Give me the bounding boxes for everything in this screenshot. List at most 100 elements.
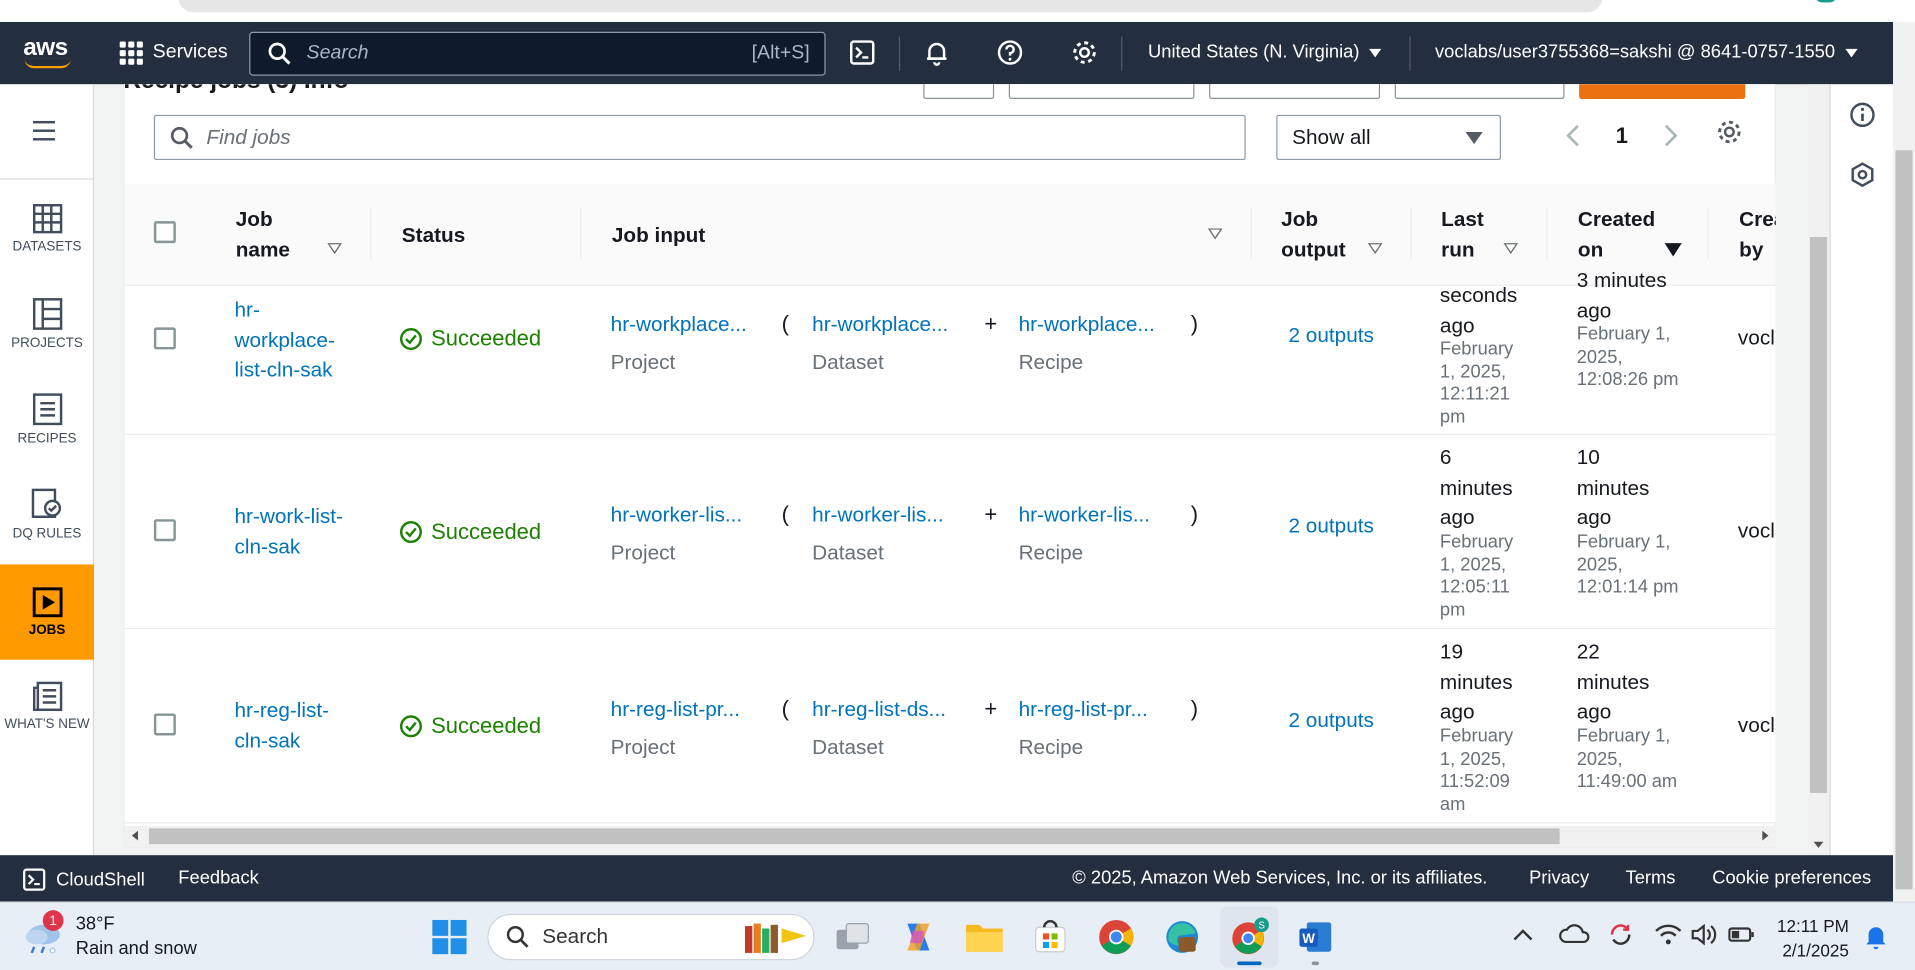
job-name-link[interactable]: hr-workplace-list-cln-sak [234,296,356,386]
nav-label: WHAT'S NEW [4,717,90,732]
services-menu-button[interactable]: Services [119,38,228,67]
chevron-up-icon[interactable] [1512,926,1534,948]
browser-profile-icon[interactable] [1814,0,1837,3]
onedrive-icon[interactable] [1558,922,1590,953]
project-link[interactable]: hr-reg-list-pr... [611,698,740,722]
outputs-link[interactable]: 2 outputs [1288,514,1373,538]
windows-start-icon[interactable] [429,916,471,958]
nav-recipes[interactable]: RECIPES [0,371,94,466]
menu-icon[interactable] [32,120,55,141]
whats-new-icon [32,681,62,712]
taskbar-search-input[interactable]: Search [487,913,815,961]
dataset-link[interactable]: hr-reg-list-ds... [812,698,946,722]
wifi-icon[interactable] [1655,924,1682,952]
table-row[interactable]: hr-workplace-list-cln-sak Succeeded hr-w… [124,269,1776,435]
col-last-run[interactable]: Last run [1441,183,1502,286]
filter-select[interactable]: Show all [1276,114,1501,161]
cloudshell-button[interactable]: CloudShell [22,867,145,891]
sort-icon[interactable] [1207,228,1223,240]
nav-dq-rules[interactable]: DQ RULES [0,467,94,562]
feedback-link[interactable]: Feedback [178,867,258,888]
col-divider [1250,207,1252,260]
notifications-bell-icon[interactable] [1864,924,1888,957]
row-checkbox[interactable] [153,519,176,542]
sort-desc-icon[interactable] [1664,243,1682,257]
clock[interactable]: 12:11 PM 2/1/2025 [1777,914,1849,963]
job-name-link[interactable]: hr-reg-list-cln-sak [234,696,356,756]
copilot-icon[interactable] [898,916,940,958]
scroll-right-icon[interactable] [1762,830,1769,841]
scrollbar-thumb[interactable] [1895,150,1913,890]
bell-icon[interactable] [923,39,950,66]
settings-icon[interactable] [1071,39,1098,66]
file-explorer-icon[interactable] [964,916,1006,958]
actions-button[interactable] [1209,84,1381,99]
next-page-icon[interactable] [1657,121,1684,150]
col-job-name[interactable]: Job name [236,183,321,286]
dataset-link[interactable]: hr-worker-lis... [812,503,943,527]
table-row[interactable]: hr-work-list-cln-sak Succeeded hr-worker… [124,434,1776,630]
refresh-button[interactable] [923,84,995,99]
col-created-by[interactable]: Created by [1739,183,1776,286]
sync-icon[interactable] [1607,921,1634,954]
view-details-button[interactable] [1008,84,1195,99]
col-job-input[interactable]: Job input [612,183,705,286]
global-search-input[interactable]: Search [Alt+S] [249,31,826,76]
row-checkbox[interactable] [153,713,176,736]
select-all-checkbox[interactable] [153,221,176,244]
scrollbar-thumb[interactable] [148,828,1560,845]
preferences-gear-icon[interactable] [1716,119,1743,152]
project-sub: Project [610,541,676,565]
table-horizontal-scrollbar[interactable] [124,825,1776,847]
outputs-link[interactable]: 2 outputs [1288,709,1373,733]
outputs-link[interactable]: 2 outputs [1288,324,1373,348]
browser-address-bar[interactable] [178,0,1603,13]
dataset-link[interactable]: hr-workplace... [812,313,948,337]
weather-widget[interactable]: 1 38°F Rain and snow [22,910,197,962]
create-job-button[interactable] [1579,84,1746,99]
nav-whats-new[interactable]: WHAT'S NEW [0,658,94,753]
sort-icon[interactable] [327,243,342,255]
tutorial-hex-icon[interactable] [1849,161,1876,194]
col-job-output[interactable]: Job output [1281,183,1366,286]
project-link[interactable]: hr-worker-lis... [611,503,742,527]
page-number[interactable]: 1 [1616,123,1628,149]
volume-icon[interactable] [1690,923,1717,952]
nav-jobs[interactable]: JOBS [0,564,95,660]
task-view-icon[interactable] [832,916,874,958]
cookie-preferences-link[interactable]: Cookie preferences [1712,867,1871,888]
region-selector[interactable]: United States (N. Virginia) [1148,42,1382,62]
recipe-link[interactable]: hr-worker-lis... [1019,503,1150,527]
terms-link[interactable]: Terms [1626,867,1676,888]
row-checkbox[interactable] [153,327,176,350]
recipe-link[interactable]: hr-workplace... [1019,313,1155,337]
content-vertical-scrollbar[interactable] [1807,84,1830,856]
table-row[interactable]: hr-reg-list-cln-sak Succeeded hr-reg-lis… [124,629,1776,824]
job-from-recipe-button[interactable] [1394,84,1565,99]
project-link[interactable]: hr-workplace... [611,313,747,337]
find-jobs-input[interactable]: Find jobs [153,114,1246,161]
info-icon[interactable] [1849,101,1876,134]
cloudshell-icon[interactable] [849,39,876,66]
scroll-down-icon[interactable] [1813,841,1824,848]
job-name-link[interactable]: hr-work-list-cln-sak [234,502,356,562]
privacy-link[interactable]: Privacy [1529,867,1589,888]
word-icon[interactable]: W [1295,916,1337,958]
edge-icon[interactable] [1161,916,1203,958]
nav-datasets[interactable]: DATASETS [0,181,94,276]
aws-logo[interactable]: aws [23,34,74,71]
prev-page-icon[interactable] [1560,121,1587,150]
store-icon[interactable] [1030,916,1072,958]
nav-projects[interactable]: PROJECTS [0,276,94,371]
scrollbar-thumb[interactable] [1809,237,1828,793]
battery-icon[interactable] [1728,926,1755,949]
chrome-icon[interactable] [1096,916,1138,958]
account-menu[interactable]: voclabs/user3755368=sakshi @ 8641-0757-1… [1435,42,1858,62]
scroll-left-icon[interactable] [131,830,139,841]
sort-icon[interactable] [1367,243,1383,255]
sort-icon[interactable] [1503,243,1519,255]
recipe-link[interactable]: hr-reg-list-pr... [1019,698,1148,722]
help-icon[interactable] [997,39,1024,66]
chrome-profile-icon[interactable]: S [1229,916,1271,958]
page-vertical-scrollbar[interactable] [1893,21,1915,902]
